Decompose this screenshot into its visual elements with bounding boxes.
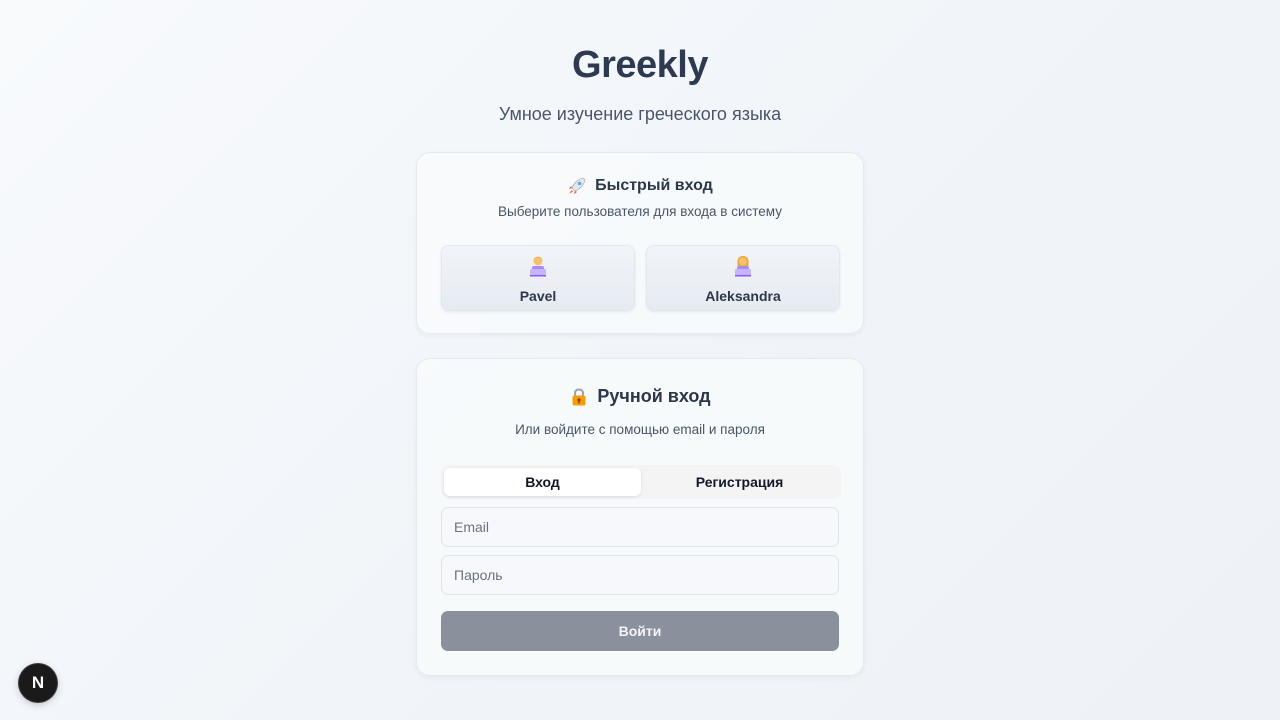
user-button-aleksandra[interactable]: Aleksandra [646, 245, 840, 311]
manual-login-card: Ручной вход Или войдите с помощью email … [416, 358, 864, 676]
quick-login-heading: Быстрый вход [417, 176, 863, 196]
quick-login-title: Быстрый вход [595, 177, 713, 194]
lock-icon [569, 387, 589, 407]
user-name: Pavel [519, 288, 557, 304]
app-subtitle: Умное изучение греческого языка [498, 104, 782, 124]
tab-register[interactable]: Регистрация [641, 468, 838, 496]
login-submit-button[interactable]: Войти [441, 611, 839, 651]
app-title: Greekly [572, 44, 708, 86]
rocket-icon [567, 176, 587, 196]
tab-login[interactable]: Вход [444, 468, 641, 496]
user-name: Aleksandra [705, 288, 781, 304]
manual-login-title: Ручной вход [597, 386, 711, 406]
manual-login-description: Или войдите с помощью email и пароля [515, 422, 765, 437]
password-field[interactable] [441, 555, 839, 595]
nextjs-dev-badge[interactable]: N [19, 664, 57, 702]
auth-tabs: Вход Регистрация [441, 465, 841, 499]
user-button-pavel[interactable]: Pavel [441, 245, 635, 311]
quick-login-description: Выберите пользователя для входа в систем… [498, 204, 782, 219]
woman-technologist-icon [647, 254, 839, 278]
man-technologist-icon [442, 254, 634, 278]
email-field[interactable] [441, 507, 839, 547]
quick-login-card: Быстрый вход Выберите пользователя для в… [416, 152, 864, 334]
manual-login-heading: Ручной вход [417, 386, 863, 407]
